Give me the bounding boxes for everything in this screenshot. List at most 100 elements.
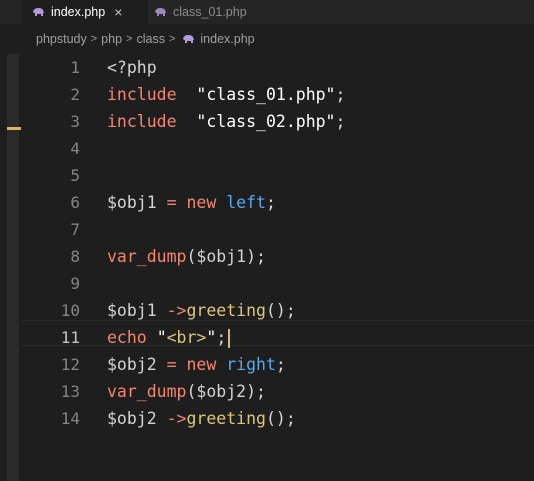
code-token: left — [226, 193, 266, 212]
code-text: var_dump($obj2); — [107, 382, 266, 401]
code-text: <?php — [107, 58, 157, 77]
modified-line-marker — [7, 127, 21, 130]
code-token: right — [226, 355, 276, 374]
code-token: $obj1 — [196, 247, 247, 266]
php-elephant-icon — [32, 7, 45, 17]
code-token: greeting — [186, 301, 266, 320]
code-text: var_dump($obj1); — [107, 247, 266, 266]
tab-class-01-php[interactable]: class_01.php — [148, 0, 258, 24]
close-icon[interactable]: × — [114, 5, 122, 19]
code-token: $obj1 — [107, 301, 157, 320]
code-token: ( — [186, 382, 197, 401]
code-text: $obj2 ->greeting(); — [107, 409, 296, 428]
code-token: ; — [216, 327, 227, 347]
code-token: new — [186, 193, 217, 212]
line-number: 2 — [70, 85, 80, 104]
code-line[interactable]: 12 $obj2 = new right; — [22, 351, 534, 378]
breadcrumb-item-phpstudy[interactable]: phpstudy — [36, 32, 87, 46]
breadcrumb-separator: > — [126, 33, 133, 45]
code-text: include "class_02.php"; — [107, 112, 345, 131]
code-token: ; — [335, 85, 346, 104]
code-token: var_dump — [107, 247, 187, 266]
code-token: echo — [107, 327, 147, 347]
line-number: 12 — [60, 355, 80, 374]
code-text: $obj1 ->greeting(); — [107, 301, 296, 320]
code-text: echo "<br>"; — [107, 327, 231, 348]
code-token: include — [107, 85, 177, 104]
code-line[interactable]: 8 var_dump($obj1); — [22, 243, 534, 270]
php-elephant-icon — [182, 34, 195, 44]
code-text: include "class_01.php"; — [107, 85, 345, 104]
code-token: (); — [265, 409, 296, 428]
code-token: ); — [246, 382, 266, 401]
code-token: $obj2 — [196, 382, 247, 401]
code-token: = — [156, 355, 187, 374]
code-token: $obj2 — [107, 409, 157, 428]
tab-index-php[interactable]: index.php × — [22, 0, 148, 24]
code-token: ); — [246, 247, 266, 266]
code-line[interactable]: 3 include "class_02.php"; — [22, 108, 534, 135]
php-elephant-icon — [154, 7, 167, 17]
tab-label: index.php — [51, 5, 106, 19]
code-token: <?php — [107, 58, 157, 77]
line-number: 6 — [70, 193, 80, 212]
code-line[interactable]: 7 — [22, 216, 534, 243]
code-token: ( — [186, 247, 197, 266]
line-number: 14 — [60, 409, 80, 428]
breadcrumb-item-php[interactable]: php — [101, 32, 122, 46]
breadcrumb-item-class[interactable]: class — [136, 32, 164, 46]
code-token: ; — [265, 193, 276, 212]
code-line[interactable]: 9 — [22, 270, 534, 297]
text-cursor — [228, 328, 231, 348]
breadcrumb-separator: > — [168, 33, 176, 45]
activity-gutter — [7, 54, 19, 481]
line-number: 3 — [70, 112, 80, 131]
code-token: "class_01.php" — [196, 85, 336, 104]
breadcrumb-separator: > — [90, 33, 98, 45]
line-number: 9 — [70, 274, 80, 293]
line-number: 10 — [60, 301, 80, 320]
code-token: = — [156, 193, 187, 212]
line-number: 11 — [60, 328, 80, 347]
code-line[interactable]: 10 $obj1 ->greeting(); — [22, 297, 534, 324]
code-token: -> — [156, 301, 187, 320]
code-token: -> — [156, 409, 187, 428]
breadcrumb: phpstudy > php > class > index.php — [0, 24, 534, 54]
code-token: include — [107, 112, 177, 131]
code-token: new — [186, 355, 217, 374]
code-line[interactable]: 11 echo "<br>"; — [22, 324, 534, 351]
code-token: (); — [265, 301, 296, 320]
code-token: "class_02.php" — [196, 112, 336, 131]
code-editor[interactable]: 1 <?php 2 include "class_01.php"; 3 include "… — [22, 54, 534, 481]
code-line[interactable]: 1 <?php — [22, 54, 534, 81]
code-token: $obj2 — [107, 355, 157, 374]
code-line[interactable]: 4 — [22, 135, 534, 162]
code-line[interactable]: 5 — [22, 162, 534, 189]
line-number: 8 — [70, 247, 80, 266]
line-number: 13 — [60, 382, 80, 401]
breadcrumb-item-index-php[interactable]: index.php — [200, 32, 254, 46]
code-token: " — [206, 327, 217, 347]
code-text: $obj1 = new left; — [107, 193, 276, 212]
code-line[interactable]: 2 include "class_01.php"; — [22, 81, 534, 108]
code-line[interactable]: 14 $obj2 ->greeting(); — [22, 405, 534, 432]
code-token: $obj1 — [107, 193, 157, 212]
code-line[interactable]: 6 $obj1 = new left; — [22, 189, 534, 216]
tab-bar: index.php × class_01.php — [0, 0, 534, 24]
line-number: 1 — [70, 58, 80, 77]
line-number: 7 — [70, 220, 80, 239]
code-token: <br> — [166, 327, 207, 347]
line-number: 5 — [70, 166, 80, 185]
tab-label: class_01.php — [173, 5, 247, 19]
code-token: var_dump — [107, 382, 187, 401]
code-token: greeting — [186, 409, 266, 428]
code-token: ; — [275, 355, 286, 374]
code-line[interactable]: 13 var_dump($obj2); — [22, 378, 534, 405]
line-number: 4 — [70, 139, 80, 158]
code-text: $obj2 = new right; — [107, 355, 286, 374]
